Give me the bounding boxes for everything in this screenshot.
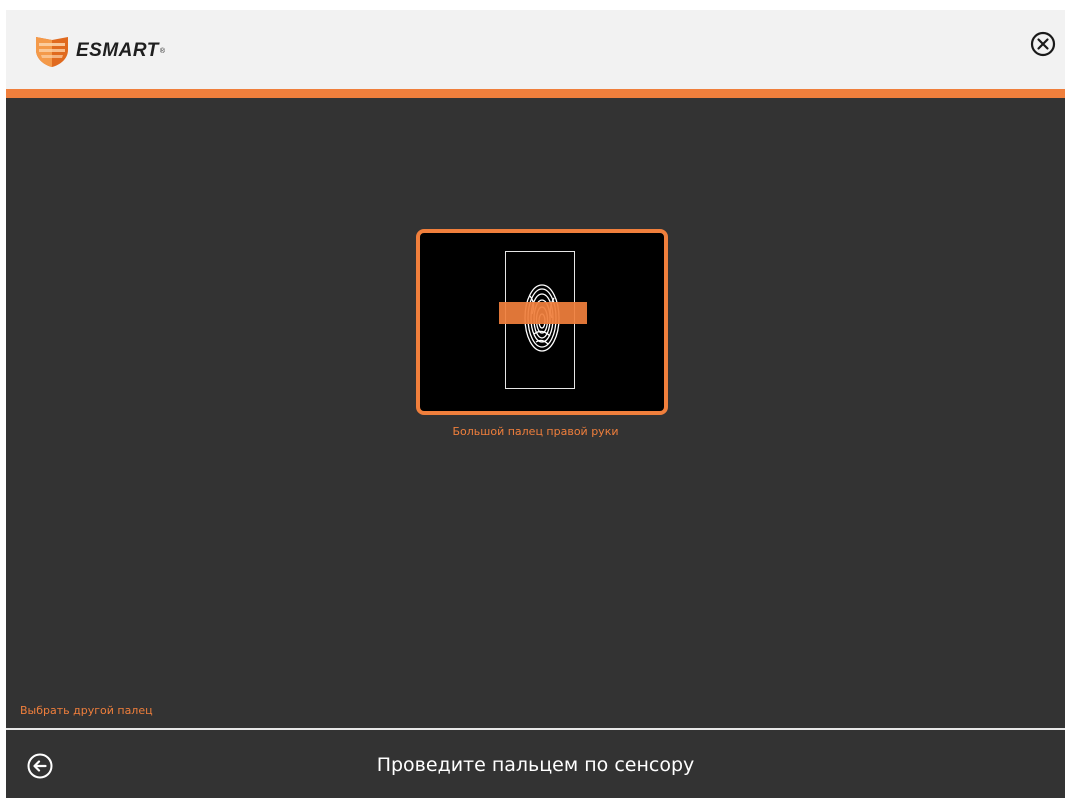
- fingerprint-scan-frame: [416, 229, 668, 415]
- scan-area: [499, 251, 587, 389]
- main-area: Большой палец правой руки Выбрать другой…: [6, 98, 1065, 728]
- app-window: ESMART ® Большой палец правой руки Выбра…: [6, 10, 1065, 798]
- close-circle-icon: [1030, 31, 1056, 57]
- close-button[interactable]: [1029, 30, 1057, 58]
- instruction-text: Проведите пальцем по сенсору: [376, 754, 695, 776]
- shield-logo-icon: [36, 37, 68, 67]
- brand-name: ESMART: [76, 40, 159, 61]
- logo: ESMART ®: [34, 34, 165, 68]
- brand-registered-mark: ®: [159, 47, 166, 55]
- header: ESMART ®: [6, 10, 1065, 98]
- finger-label: Большой палец правой руки: [452, 425, 619, 438]
- footer: Проведите пальцем по сенсору: [6, 728, 1065, 798]
- scan-bar: [499, 302, 587, 324]
- choose-other-finger-link[interactable]: Выбрать другой палец: [20, 704, 153, 717]
